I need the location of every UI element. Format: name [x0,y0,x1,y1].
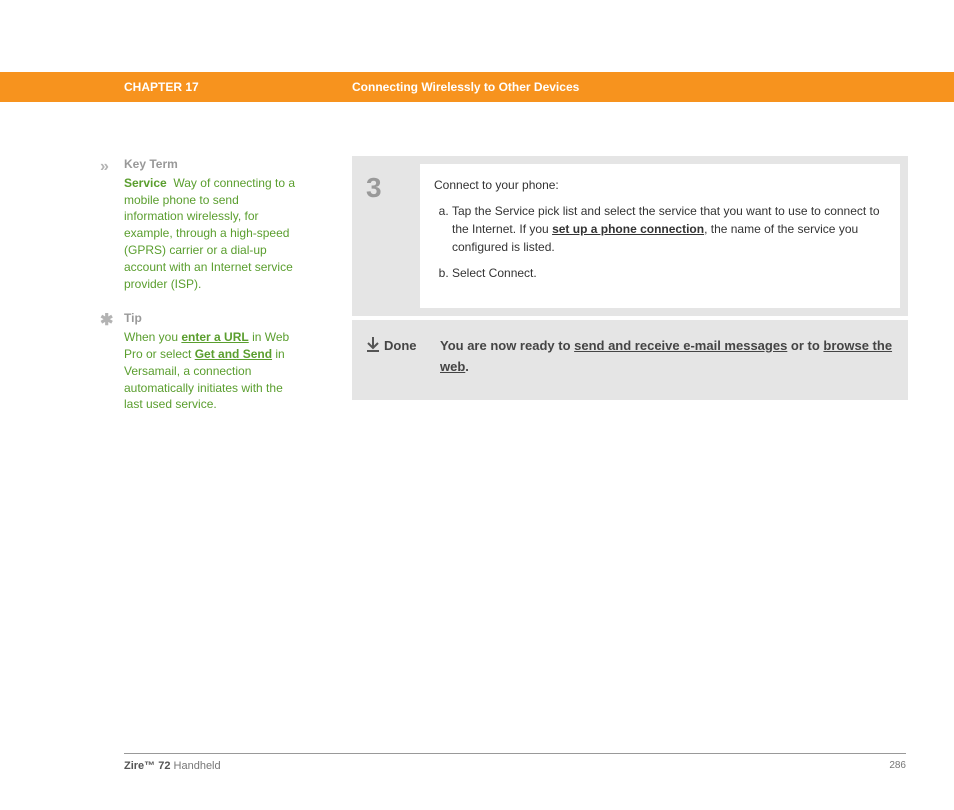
send-receive-email-link[interactable]: send and receive e-mail messages [574,338,787,353]
chapter-label: CHAPTER 17 [124,80,352,94]
tip-icon: ✱ [100,310,113,332]
content-area: » Key Term Service Way of connecting to … [0,102,954,431]
step-item-b: Select Connect. [452,264,886,282]
product-bold: Zire™ 72 [124,760,170,772]
tip-body: When you enter a URL in Web Pro or selec… [124,329,300,413]
sidebar: » Key Term Service Way of connecting to … [104,156,300,431]
main-content: 3 Connect to your phone: Tap the Service… [352,156,908,431]
page-number: 286 [889,760,906,772]
step-box: 3 Connect to your phone: Tap the Service… [352,156,908,316]
tip-block: ✱ Tip When you enter a URL in Web Pro or… [104,310,300,413]
page-footer: Zire™ 72 Handheld 286 [124,753,906,772]
tip-text-pre: When you [124,330,181,344]
key-term-heading: Key Term [124,156,300,173]
done-arrow-icon [366,336,384,378]
step-number: 3 [352,156,420,316]
product-name: Zire™ 72 Handheld [124,760,221,772]
chapter-header: CHAPTER 17 Connecting Wirelessly to Othe… [0,72,954,102]
key-term-icon: » [100,156,109,178]
product-rest: Handheld [170,760,220,772]
setup-phone-connection-link[interactable]: set up a phone connection [552,222,704,236]
tip-heading: Tip [124,310,300,327]
get-and-send-link[interactable]: Get and Send [195,347,272,361]
done-text: You are now ready to send and receive e-… [440,336,894,378]
done-post: . [465,359,469,374]
chapter-title: Connecting Wirelessly to Other Devices [352,80,954,94]
done-mid: or to [787,338,823,353]
step-content: Connect to your phone: Tap the Service p… [420,164,900,308]
key-term-text: Way of connecting to a mobile phone to s… [124,176,295,291]
done-box: Done You are now ready to send and recei… [352,320,908,400]
done-label: Done [384,336,440,378]
key-term-body: Service Way of connecting to a mobile ph… [124,175,300,293]
enter-url-link[interactable]: enter a URL [181,330,248,344]
step-item-a: Tap the Service pick list and select the… [452,202,886,256]
step-intro: Connect to your phone: [434,176,886,194]
done-pre: You are now ready to [440,338,574,353]
key-term-label: Service [124,176,167,190]
key-term-block: » Key Term Service Way of connecting to … [104,156,300,292]
